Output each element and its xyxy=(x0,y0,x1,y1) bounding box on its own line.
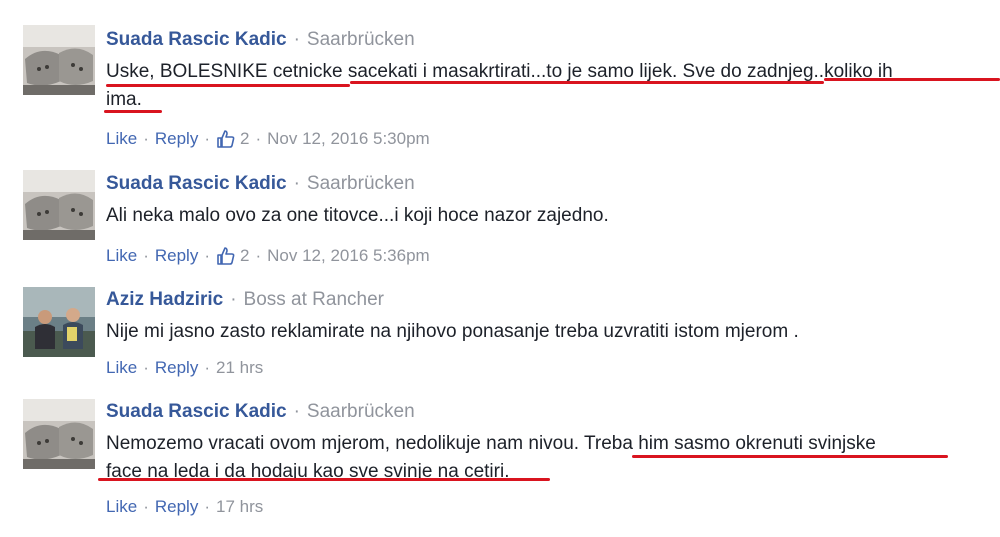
reply-link[interactable]: Reply xyxy=(155,128,198,150)
avatar[interactable] xyxy=(23,287,95,357)
highlight-underline xyxy=(98,478,550,481)
comment-text-segment-underlined: Treba him sasmo okrenuti svinjske xyxy=(584,433,876,454)
like-link[interactable]: Like xyxy=(106,357,137,379)
comment-header: Aziz Hadziric · Boss at Rancher xyxy=(106,288,990,312)
comment-actions: Like · Reply · 17 hrs xyxy=(106,496,263,518)
comment-text-line: Ali neka malo ovo za one titovce...i koj… xyxy=(106,205,609,226)
timestamp[interactable]: Nov 12, 2016 5:36pm xyxy=(267,245,430,267)
like-link[interactable]: Like xyxy=(106,245,137,267)
comment-text: Ali neka malo ovo za one titovce...i koj… xyxy=(106,202,990,230)
comment-actions: Like · Reply · 2 · Nov 12, 2016 5:36pm xyxy=(106,245,430,267)
separator: · xyxy=(204,358,210,377)
separator: · xyxy=(143,129,149,148)
highlight-underline xyxy=(632,455,948,458)
avatar[interactable] xyxy=(23,25,95,95)
like-link[interactable]: Like xyxy=(106,496,137,518)
separator: · xyxy=(293,173,300,194)
comment-actions: Like · Reply · 21 hrs xyxy=(106,357,263,379)
author-name[interactable]: Suada Rascic Kadic xyxy=(106,401,287,422)
comment-text-line: face na leda i da hodaju kao sve svinje … xyxy=(106,461,510,482)
reaction-count[interactable]: 2 xyxy=(240,128,249,150)
comment-actions: Like · Reply · 2 · Nov 12, 2016 5:30pm xyxy=(106,128,430,150)
comment-text-segment: Nemozemo vracati ovom mjerom, nedolikuje… xyxy=(106,433,585,454)
reply-link[interactable]: Reply xyxy=(155,496,198,518)
comment-header: Suada Rascic Kadic · Saarbrücken xyxy=(106,28,990,52)
timestamp[interactable]: Nov 12, 2016 5:30pm xyxy=(267,128,430,150)
separator: · xyxy=(143,246,149,265)
timestamp[interactable]: 17 hrs xyxy=(216,496,263,518)
separator: · xyxy=(143,358,149,377)
separator: · xyxy=(255,129,262,148)
avatar[interactable] xyxy=(23,399,95,469)
comment-text-line: Nemozemo vracati ovom mjerom, nedolikuje… xyxy=(106,430,990,458)
comment-text: Nije mi jasno zasto reklamirate na njiho… xyxy=(106,318,990,346)
separator: · xyxy=(230,289,237,310)
comment-text-line: ima. xyxy=(106,89,142,110)
separator: · xyxy=(293,401,300,422)
reply-link[interactable]: Reply xyxy=(155,245,198,267)
thumbs-up-icon[interactable] xyxy=(216,129,236,149)
timestamp[interactable]: 21 hrs xyxy=(216,357,263,379)
like-link[interactable]: Like xyxy=(106,128,137,150)
author-workplace: Boss at Rancher xyxy=(243,289,384,310)
author-location: Saarbrücken xyxy=(306,401,415,422)
author-name[interactable]: Suada Rascic Kadic xyxy=(106,173,287,194)
separator: · xyxy=(255,246,262,265)
author-location: Saarbrücken xyxy=(306,29,415,50)
author-location: Saarbrücken xyxy=(306,173,415,194)
separator: · xyxy=(204,497,210,516)
reaction-count[interactable]: 2 xyxy=(240,245,249,267)
comment-text-line: Nije mi jasno zasto reklamirate na njiho… xyxy=(106,321,799,342)
author-name[interactable]: Suada Rascic Kadic xyxy=(106,29,287,50)
separator: · xyxy=(143,497,149,516)
avatar[interactable] xyxy=(23,170,95,240)
separator: · xyxy=(204,246,210,265)
highlight-underline xyxy=(350,81,824,84)
highlight-underline xyxy=(824,78,1000,81)
separator: · xyxy=(204,129,210,148)
highlight-underline xyxy=(106,84,350,87)
comment-header: Suada Rascic Kadic · Saarbrücken xyxy=(106,172,990,196)
separator: · xyxy=(293,29,300,50)
comment-header: Suada Rascic Kadic · Saarbrücken xyxy=(106,400,990,424)
thumbs-up-icon[interactable] xyxy=(216,246,236,266)
reply-link[interactable]: Reply xyxy=(155,357,198,379)
highlight-underline xyxy=(104,110,162,113)
author-name[interactable]: Aziz Hadziric xyxy=(106,289,223,310)
